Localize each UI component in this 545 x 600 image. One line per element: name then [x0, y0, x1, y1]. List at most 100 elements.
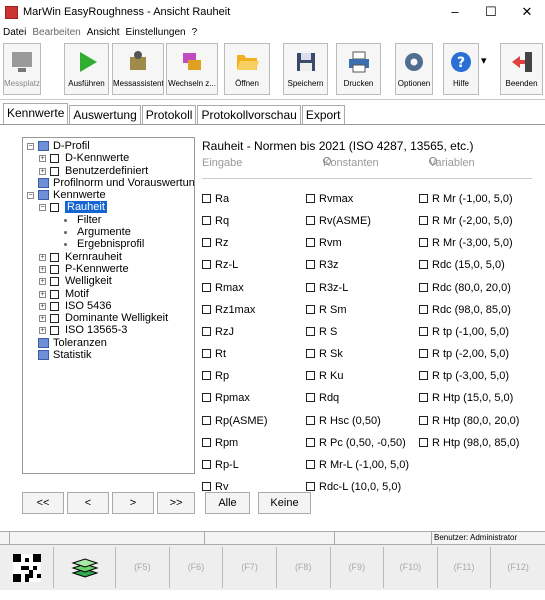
checkbox[interactable]	[50, 154, 59, 164]
parameter-checkbox[interactable]: R Mr (-2,00, 5,0)	[419, 214, 513, 228]
drucken-button[interactable]: Drucken	[336, 43, 381, 95]
parameter-checkbox[interactable]: Rdc (98,0, 85,0)	[419, 303, 511, 317]
function-key-12[interactable]: (F12)	[491, 547, 545, 588]
help-dropdown-icon[interactable]: ▾	[481, 54, 487, 67]
tree-item[interactable]: + ISO 5436	[23, 300, 194, 312]
checkbox[interactable]	[50, 277, 59, 287]
tree-item[interactable]: + P-Kennwerte	[23, 263, 194, 275]
expand-icon[interactable]: +	[39, 302, 46, 310]
tree-item[interactable]: Argumente	[23, 226, 194, 238]
parameter-checkbox[interactable]: Rdc (80,0, 20,0)	[419, 281, 511, 295]
parameter-checkbox[interactable]: R tp (-1,00, 5,0)	[419, 325, 509, 339]
expand-icon[interactable]: +	[39, 327, 46, 335]
oeffnen-button[interactable]: Öffnen	[224, 43, 270, 95]
expand-icon[interactable]: +	[39, 278, 46, 286]
maximize-button[interactable]: ☐	[473, 0, 509, 24]
parameter-checkbox[interactable]: Rdq	[306, 391, 339, 405]
minimize-button[interactable]: –	[437, 0, 473, 24]
tree-item[interactable]: + Motif	[23, 288, 194, 300]
expand-icon[interactable]: +	[39, 315, 46, 323]
parameter-checkbox[interactable]: Rmax	[202, 281, 244, 295]
parameter-checkbox[interactable]: RzJ	[202, 325, 234, 339]
checkbox[interactable]	[50, 301, 59, 311]
function-key-5[interactable]: (F5)	[116, 547, 170, 588]
expand-icon[interactable]: +	[39, 290, 46, 298]
parameter-checkbox[interactable]: R Htp (98,0, 85,0)	[419, 436, 519, 450]
function-key-6[interactable]: (F6)	[170, 547, 224, 588]
parameter-checkbox[interactable]: Rz	[202, 236, 228, 250]
checkbox[interactable]	[50, 326, 59, 336]
checkbox[interactable]	[50, 166, 59, 176]
tree-item[interactable]: + Benutzerdefiniert	[23, 165, 194, 177]
parameter-checkbox[interactable]: R Sm	[306, 303, 347, 317]
parameter-checkbox[interactable]: R Htp (80,0, 20,0)	[419, 414, 519, 428]
parameter-checkbox[interactable]: R3z	[306, 258, 339, 272]
parameter-checkbox[interactable]: Rq	[202, 214, 229, 228]
layers-icon[interactable]	[54, 547, 116, 588]
parameter-checkbox[interactable]: Rvmax	[306, 192, 353, 206]
expand-icon[interactable]: +	[39, 265, 46, 273]
parameter-checkbox[interactable]: R Mr (-3,00, 5,0)	[419, 236, 513, 250]
checkbox[interactable]	[50, 289, 59, 299]
speichern-button[interactable]: Speichern	[283, 43, 328, 95]
tree-item[interactable]: − D-Profil	[23, 140, 194, 152]
tree-item[interactable]: + Dominante Welligkeit	[23, 312, 194, 324]
parameter-checkbox[interactable]: Rp	[202, 369, 229, 383]
ausfuehren-button[interactable]: Ausführen	[64, 43, 109, 95]
parameter-checkbox[interactable]: Rdc-L (10,0, 5,0)	[306, 480, 401, 494]
tree-item[interactable]: + ISO 13565-3	[23, 324, 194, 336]
parameter-checkbox[interactable]: R tp (-3,00, 5,0)	[419, 369, 509, 383]
menu-ansicht[interactable]: Ansicht	[84, 27, 123, 38]
parameter-checkbox[interactable]: R3z-L	[306, 281, 348, 295]
function-key-9[interactable]: (F9)	[331, 547, 385, 588]
tree-item[interactable]: Filter	[23, 214, 194, 226]
function-key-11[interactable]: (F11)	[438, 547, 492, 588]
tree-item[interactable]: Ergebnisprofil	[23, 238, 194, 250]
messplatz-button[interactable]: Messplatz	[3, 43, 41, 95]
parameter-checkbox[interactable]: Rpm	[202, 436, 238, 450]
parameter-checkbox[interactable]: Rp(ASME)	[202, 414, 268, 428]
function-key-7[interactable]: (F7)	[223, 547, 277, 588]
collapse-icon[interactable]: −	[27, 192, 34, 200]
tree-item[interactable]: − Rauheit	[23, 201, 194, 214]
hilfe-button[interactable]: ? Hilfe	[443, 43, 479, 95]
previous-button[interactable]: <	[67, 492, 109, 514]
select-all-button[interactable]: Alle	[205, 492, 250, 514]
optionen-button[interactable]: Optionen	[395, 43, 433, 95]
tree-item[interactable]: + D-Kennwerte	[23, 152, 194, 164]
select-none-button[interactable]: Keine	[258, 492, 311, 514]
parameter-checkbox[interactable]: R Htp (15,0, 5,0)	[419, 391, 513, 405]
parameter-checkbox[interactable]: R Pc (0,50, -0,50)	[306, 436, 406, 450]
parameter-checkbox[interactable]: R Ku	[306, 369, 343, 383]
tab-kennwerte[interactable]: Kennwerte	[3, 103, 69, 124]
tree-item[interactable]: + Kernrauheit	[23, 251, 194, 263]
wechseln-button[interactable]: Wechseln z...	[166, 43, 218, 95]
tab-export[interactable]: Export	[301, 105, 345, 124]
messassistent-button[interactable]: Messassistent	[112, 43, 164, 95]
parameter-checkbox[interactable]: Rdc (15,0, 5,0)	[419, 258, 505, 272]
parameter-checkbox[interactable]: Rv	[202, 480, 228, 494]
parameter-checkbox[interactable]: R tp (-2,00, 5,0)	[419, 347, 509, 361]
parameter-tree[interactable]: − D-Profil + D-Kennwerte + Benutzerdefiniert P…	[22, 137, 195, 474]
parameter-checkbox[interactable]: R Sk	[306, 347, 343, 361]
checkbox[interactable]	[50, 252, 59, 262]
parameter-checkbox[interactable]: Rv(ASME)	[306, 214, 371, 228]
tree-item[interactable]: + Welligkeit	[23, 275, 194, 287]
tab-protokollvorschau[interactable]: Protokollvorschau	[197, 105, 301, 124]
parameter-checkbox[interactable]: Rvm	[306, 236, 342, 250]
first-button[interactable]: <<	[22, 492, 64, 514]
tab-protokoll[interactable]: Protokoll	[141, 105, 197, 124]
expand-icon[interactable]: +	[39, 253, 46, 261]
parameter-checkbox[interactable]: R Mr-L (-1,00, 5,0)	[306, 458, 409, 472]
checkbox[interactable]	[50, 203, 59, 213]
parameter-checkbox[interactable]: Ra	[202, 192, 229, 206]
expand-icon[interactable]: +	[39, 155, 46, 163]
menu-help[interactable]: ?	[189, 27, 201, 38]
parameter-checkbox[interactable]: Rz1max	[202, 303, 255, 317]
next-button[interactable]: >	[112, 492, 154, 514]
tab-auswertung[interactable]: Auswertung	[69, 105, 141, 124]
collapse-icon[interactable]: −	[39, 204, 46, 212]
parameter-checkbox[interactable]: Rz-L	[202, 258, 238, 272]
close-button[interactable]: ✕	[509, 0, 545, 24]
menu-bearbeiten[interactable]: Bearbeiten	[29, 27, 83, 38]
